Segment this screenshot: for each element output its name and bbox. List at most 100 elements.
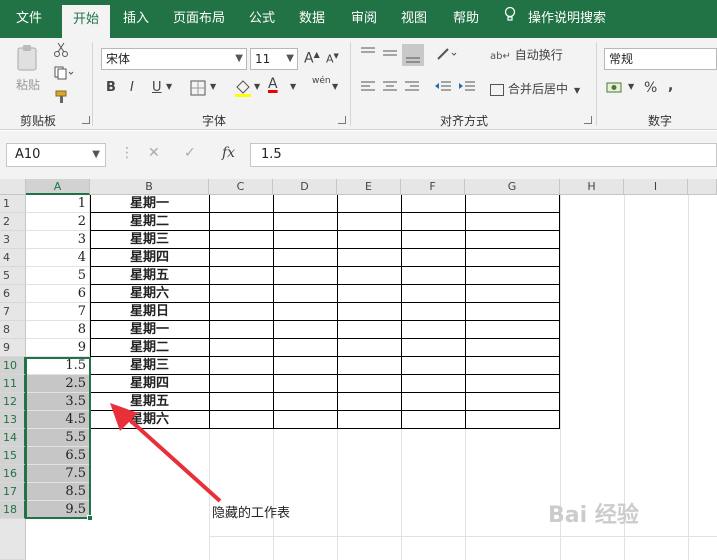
cancel-icon[interactable]: ✕ xyxy=(148,145,160,161)
row-header[interactable]: 5 xyxy=(0,267,26,285)
chevron-down-icon[interactable]: ▼ xyxy=(628,82,634,91)
tab-help[interactable]: 帮助 xyxy=(444,0,488,38)
cell-b2[interactable]: 星期二 xyxy=(90,213,209,231)
cell-a7[interactable]: 7 xyxy=(26,303,90,321)
cut-icon[interactable] xyxy=(54,42,68,61)
align-top-icon[interactable] xyxy=(360,46,376,63)
cell-b7[interactable]: 星期日 xyxy=(90,303,209,321)
row-header[interactable]: 15 xyxy=(0,447,26,465)
row-header[interactable]: 13 xyxy=(0,411,26,429)
tab-file[interactable]: 文件 xyxy=(0,0,58,38)
column-header-a[interactable]: A xyxy=(26,179,90,195)
cell-b6[interactable]: 星期六 xyxy=(90,285,209,303)
column-header-c[interactable]: C xyxy=(209,179,273,195)
enter-icon[interactable]: ✓ xyxy=(184,145,196,161)
paste-button[interactable] xyxy=(16,44,40,77)
row-header[interactable]: 9 xyxy=(0,339,26,357)
wrap-text-button[interactable]: ab↵ 自动换行 xyxy=(490,46,563,63)
tab-insert[interactable]: 插入 xyxy=(112,0,160,38)
font-size-select[interactable]: 11 ▼ xyxy=(250,48,298,70)
chevron-down-icon[interactable]: ▼ xyxy=(254,82,260,91)
tab-home[interactable]: 开始 xyxy=(62,5,110,38)
row-header[interactable]: 8 xyxy=(0,321,26,339)
tab-review[interactable]: 审阅 xyxy=(342,0,386,38)
font-name-select[interactable]: 宋体 ▼ xyxy=(101,48,247,70)
column-header-d[interactable]: D xyxy=(273,179,337,195)
chevron-down-icon[interactable]: ▼ xyxy=(290,82,296,91)
increase-indent-icon[interactable] xyxy=(458,80,476,97)
row-header[interactable]: 16 xyxy=(0,465,26,483)
underline-button[interactable]: U xyxy=(152,80,162,95)
fill-color-icon[interactable] xyxy=(234,78,252,101)
comma-style-button[interactable]: , xyxy=(668,78,673,94)
insert-function-button[interactable]: fx xyxy=(222,145,235,161)
chevron-down-icon[interactable]: ▼ xyxy=(332,82,338,91)
cell-a5[interactable]: 5 xyxy=(26,267,90,285)
row-header[interactable]: 17 xyxy=(0,483,26,501)
cell-b10[interactable]: 星期三 xyxy=(90,357,209,375)
cell-b9[interactable]: 星期二 xyxy=(90,339,209,357)
cell-a2[interactable]: 2 xyxy=(26,213,90,231)
bold-button[interactable]: B xyxy=(106,80,116,95)
row-header[interactable]: 7 xyxy=(0,303,26,321)
worksheet-grid[interactable]: A B C D E F G H I 1 1 星期一 2 2 星期二 3 3 星期… xyxy=(0,179,717,560)
percent-button[interactable]: % xyxy=(644,80,657,96)
row-header[interactable]: 12 xyxy=(0,393,26,411)
cell-b8[interactable]: 星期一 xyxy=(90,321,209,339)
fill-handle[interactable] xyxy=(87,515,93,521)
clipboard-launcher-icon[interactable] xyxy=(82,116,90,124)
row-header[interactable]: 1 xyxy=(0,195,26,213)
column-header-e[interactable]: E xyxy=(337,179,401,195)
borders-icon[interactable] xyxy=(190,80,206,99)
chevron-down-icon[interactable]: ▼ xyxy=(166,82,172,91)
row-header[interactable]: 14 xyxy=(0,429,26,447)
chevron-down-icon[interactable]: ▼ xyxy=(210,82,216,91)
tell-me-search[interactable]: 操作说明搜索 xyxy=(504,0,606,38)
tab-formulas[interactable]: 公式 xyxy=(240,0,284,38)
cell-a8[interactable]: 8 xyxy=(26,321,90,339)
row-header[interactable]: 10 xyxy=(0,357,26,375)
align-bottom-icon[interactable] xyxy=(402,44,424,66)
cell-b1[interactable]: 星期一 xyxy=(90,195,209,213)
column-header-g[interactable]: G xyxy=(465,179,560,195)
cell-b4[interactable]: 星期四 xyxy=(90,249,209,267)
cell-a6[interactable]: 6 xyxy=(26,285,90,303)
cell-a3[interactable]: 3 xyxy=(26,231,90,249)
alignment-launcher-icon[interactable] xyxy=(584,116,592,124)
column-header-b[interactable]: B xyxy=(90,179,209,195)
format-painter-icon[interactable] xyxy=(54,90,70,107)
cell-b11[interactable]: 星期四 xyxy=(90,375,209,393)
row-header[interactable]: 3 xyxy=(0,231,26,249)
column-header-i[interactable]: I xyxy=(624,179,688,195)
shrink-font-button[interactable]: A▼ xyxy=(326,52,339,66)
row-header[interactable]: 11 xyxy=(0,375,26,393)
tab-data[interactable]: 数据 xyxy=(290,0,334,38)
row-header[interactable] xyxy=(0,519,26,560)
decrease-indent-icon[interactable] xyxy=(434,80,452,97)
name-box[interactable]: A10 ▼ xyxy=(6,143,106,167)
row-header[interactable]: 6 xyxy=(0,285,26,303)
cell-a4[interactable]: 4 xyxy=(26,249,90,267)
column-header-f[interactable]: F xyxy=(401,179,465,195)
cell-a1[interactable]: 1 xyxy=(26,195,90,213)
row-header[interactable]: 2 xyxy=(0,213,26,231)
font-color-button[interactable]: A xyxy=(268,76,278,92)
cell-b3[interactable]: 星期三 xyxy=(90,231,209,249)
align-left-icon[interactable] xyxy=(360,80,376,97)
row-header[interactable]: 18 xyxy=(0,501,26,519)
align-middle-icon[interactable] xyxy=(382,46,398,63)
copy-icon[interactable] xyxy=(54,66,74,83)
align-right-icon[interactable] xyxy=(404,80,420,97)
tab-page-layout[interactable]: 页面布局 xyxy=(164,0,234,38)
merge-center-button[interactable]: 合并后居中 ▼ xyxy=(490,80,580,97)
cell-a9[interactable]: 9 xyxy=(26,339,90,357)
select-all-corner[interactable] xyxy=(0,179,26,195)
row-header[interactable]: 4 xyxy=(0,249,26,267)
italic-button[interactable]: I xyxy=(130,80,134,95)
phonetic-guide-button[interactable]: wén xyxy=(312,76,331,86)
orientation-icon[interactable] xyxy=(436,46,458,65)
formula-input[interactable]: 1.5 xyxy=(250,143,717,167)
tab-view[interactable]: 视图 xyxy=(392,0,436,38)
accounting-format-icon[interactable] xyxy=(606,80,624,99)
column-header-h[interactable]: H xyxy=(560,179,624,195)
